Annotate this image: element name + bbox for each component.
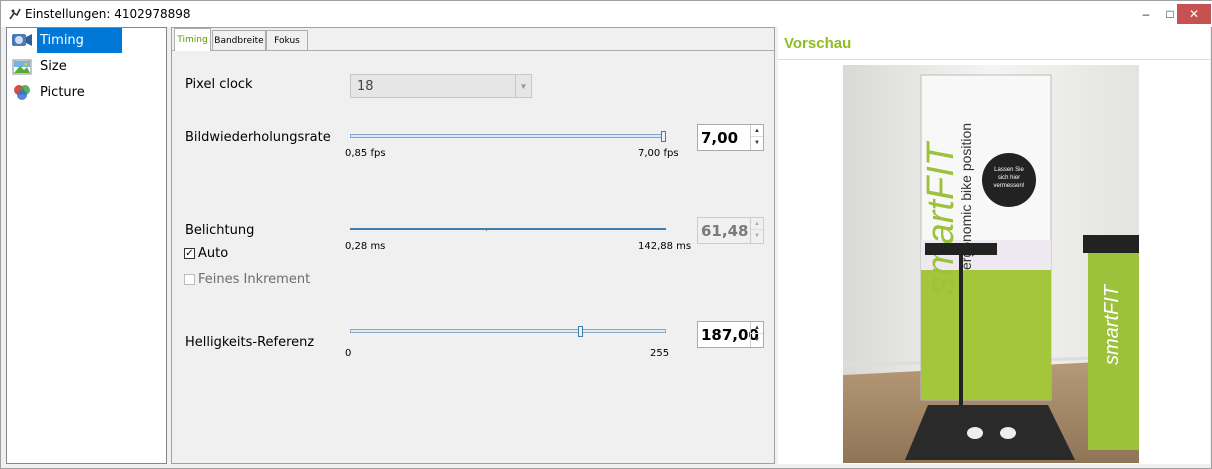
nav-item-size[interactable]: Size <box>11 54 123 79</box>
spin-down-icon[interactable]: ▼ <box>751 230 763 242</box>
svg-text:vermessen!: vermessen! <box>993 183 1024 189</box>
checkmark-icon: ✓ <box>184 247 195 259</box>
settings-window: Einstellungen: 4102978898 – □ ✕ Timing S… <box>0 0 1212 469</box>
frame-rate-slider-track[interactable] <box>350 134 666 138</box>
exposure-label: Belichtung <box>185 223 255 238</box>
spin-up-icon[interactable]: ▲ <box>751 125 763 137</box>
spin-down-icon[interactable]: ▼ <box>751 334 763 346</box>
brightness-reference-label: Helligkeits-Referenz <box>185 335 315 350</box>
pixel-clock-select[interactable]: 18 ▼ <box>350 74 532 98</box>
timing-icon <box>12 33 32 46</box>
box-brand-text: smartFIT <box>1101 283 1123 365</box>
window-title: Einstellungen: 4102978898 <box>25 7 191 21</box>
checkbox-empty-icon <box>184 274 195 285</box>
tab-fokus[interactable]: Fokus <box>266 30 308 50</box>
maximize-icon: □ <box>1166 7 1174 21</box>
camera-frame: smartFIT ergonomic bike position Lassen … <box>843 65 1139 463</box>
close-icon: ✕ <box>1188 7 1200 21</box>
nav-item-picture[interactable]: Picture <box>11 80 123 105</box>
nav-item-timing[interactable]: Timing <box>11 28 123 53</box>
exposure-slider-marker <box>486 228 487 231</box>
preview-title: Vorschau <box>784 35 852 52</box>
size-icon <box>12 59 32 74</box>
exposure-slider-track <box>350 228 666 230</box>
timing-tab-content: Pixel clock 18 ▼ Bildwiederholungsrate 0… <box>172 50 774 463</box>
pixel-clock-label: Pixel clock <box>185 77 253 92</box>
exposure-value: 61,48 <box>701 222 749 240</box>
svg-text:Lassen Sie: Lassen Sie <box>994 167 1024 173</box>
brightness-min-label: 0 <box>345 348 352 359</box>
tab-label: Bandbreite <box>214 35 264 46</box>
frame-rate-slider-thumb[interactable] <box>661 131 666 142</box>
preview-panel: Vorschau smartFIT ergonomic bike positio… <box>778 27 1210 464</box>
nav-item-label: Timing <box>37 28 122 53</box>
close-button[interactable]: ✕ <box>1177 4 1211 24</box>
fine-increment-checkbox[interactable]: Feines Inkrement <box>184 272 310 287</box>
tab-label: Timing <box>177 35 208 45</box>
exposure-min-label: 0,28 ms <box>345 241 386 252</box>
frame-rate-label: Bildwiederholungsrate <box>185 130 331 145</box>
settings-nav-tree: Timing Size Picture <box>6 27 167 464</box>
frame-rate-spin-buttons: ▲ ▼ <box>750 125 763 150</box>
pixel-clock-value: 18 <box>357 79 374 94</box>
frame-rate-max-label: 7,00 fps <box>638 148 679 159</box>
tab-timing[interactable]: Timing <box>174 28 211 51</box>
fine-increment-label: Feines Inkrement <box>198 272 311 287</box>
app-icon <box>9 8 21 20</box>
tab-bandbreite[interactable]: Bandbreite <box>212 30 266 50</box>
camera-preview-image[interactable]: smartFIT ergonomic bike position Lassen … <box>843 65 1139 463</box>
exposure-max-label: 142,88 ms <box>638 241 692 252</box>
spin-up-icon[interactable]: ▲ <box>751 218 763 230</box>
brightness-slider-thumb[interactable] <box>577 326 583 337</box>
brightness-max-label: 255 <box>650 348 670 359</box>
svg-text:sich hier: sich hier <box>998 175 1020 181</box>
auto-exposure-label: Auto <box>198 246 229 261</box>
title-bar: Einstellungen: 4102978898 – □ ✕ <box>1 1 1212 27</box>
exposure-spinbox[interactable]: 61,48 ▲ ▼ <box>697 217 764 244</box>
nav-item-label: Size <box>40 59 67 74</box>
spin-up-icon[interactable]: ▲ <box>751 322 763 334</box>
settings-panel: Timing Bandbreite Fokus Pixel clock 18 ▼… <box>171 27 775 464</box>
picture-icon <box>14 84 30 100</box>
tab-label: Fokus <box>274 35 300 46</box>
banner-brand-text: smartFIT <box>920 140 962 295</box>
frame-rate-spinbox[interactable]: 7,00 ▲ ▼ <box>697 124 764 151</box>
brightness-slider-track[interactable] <box>350 329 666 333</box>
exposure-spin-buttons: ▲ ▼ <box>750 218 763 243</box>
chevron-down-icon: ▼ <box>515 75 531 97</box>
brightness-spin-buttons: ▲ ▼ <box>750 322 763 347</box>
minimize-icon: – <box>1142 7 1150 21</box>
frame-rate-min-label: 0,85 fps <box>345 148 386 159</box>
preview-divider <box>778 59 1210 60</box>
auto-exposure-checkbox[interactable]: ✓ Auto <box>184 246 228 261</box>
nav-item-label: Picture <box>40 85 85 100</box>
spin-down-icon[interactable]: ▼ <box>751 137 763 149</box>
brightness-spinbox[interactable]: 187,00 ▲ ▼ <box>697 321 764 348</box>
frame-rate-value: 7,00 <box>701 129 739 147</box>
